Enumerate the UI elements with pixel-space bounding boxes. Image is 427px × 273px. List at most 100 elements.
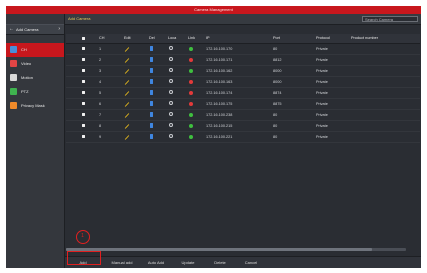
- sidebar-item-motion[interactable]: Motion: [6, 71, 64, 85]
- col-product: Product number: [351, 36, 379, 40]
- cell-port: 80: [273, 135, 278, 139]
- delete-icon[interactable]: [150, 90, 153, 95]
- cell-port: 8874: [273, 91, 282, 95]
- sidebar-header[interactable]: ← Add Camera ›: [6, 24, 64, 35]
- locate-icon[interactable]: [169, 134, 173, 138]
- table-row[interactable]: 7 172.16.100.238 80 Private: [66, 110, 420, 121]
- cell-protocol: Private: [316, 135, 328, 139]
- manual-add-button[interactable]: Manual add: [108, 259, 136, 267]
- edit-pencil-icon[interactable]: [124, 123, 130, 129]
- cell-ch: 5: [99, 91, 102, 95]
- link-status-icon: [189, 102, 193, 106]
- locate-icon[interactable]: [169, 123, 173, 127]
- link-status-icon: [189, 80, 193, 84]
- delete-button[interactable]: Delete: [210, 259, 230, 267]
- edit-pencil-icon[interactable]: [124, 46, 130, 52]
- table-header: CH Edit Del Loca Link IP Port Protocol P…: [66, 34, 420, 44]
- cell-ch: 1: [99, 47, 102, 51]
- link-status-icon: [189, 91, 193, 95]
- edit-pencil-icon[interactable]: [124, 79, 130, 85]
- delete-icon[interactable]: [150, 68, 153, 73]
- footer-toolbar: Add Manual add Auto Add Update Delete Cancel: [65, 256, 421, 268]
- col-loca: Loca: [168, 36, 177, 40]
- edit-pencil-icon[interactable]: [124, 68, 130, 74]
- cell-ip: 172.16.100.163: [206, 80, 233, 84]
- table-row[interactable]: 4 172.16.100.163 8000 Private: [66, 77, 420, 88]
- row-checkbox[interactable]: [82, 102, 85, 105]
- edit-pencil-icon[interactable]: [124, 112, 130, 118]
- scrollbar-thumb[interactable]: [66, 248, 372, 251]
- auto-add-button[interactable]: Auto Add: [143, 259, 169, 267]
- window-title: Camera Management: [6, 6, 421, 14]
- cell-protocol: Private: [316, 124, 328, 128]
- cell-ip: 172.16.100.238: [206, 113, 233, 117]
- cancel-button[interactable]: Cancel: [241, 259, 261, 267]
- update-button[interactable]: Update: [177, 259, 199, 267]
- delete-icon[interactable]: [150, 123, 153, 128]
- locate-icon[interactable]: [169, 79, 173, 83]
- link-status-icon: [189, 135, 193, 139]
- edit-pencil-icon[interactable]: [124, 101, 130, 107]
- delete-icon[interactable]: [150, 57, 153, 62]
- row-checkbox[interactable]: [82, 69, 85, 72]
- edit-pencil-icon[interactable]: [124, 90, 130, 96]
- select-all-checkbox[interactable]: [82, 37, 85, 40]
- delete-icon[interactable]: [150, 46, 153, 51]
- edit-pencil-icon[interactable]: [124, 134, 130, 140]
- delete-icon[interactable]: [150, 112, 153, 117]
- collapse-icon[interactable]: ›: [58, 25, 60, 34]
- table-row[interactable]: 5 172.16.100.174 8874 Private: [66, 88, 420, 99]
- cell-port: 8000: [273, 69, 282, 73]
- back-arrow-icon[interactable]: ←: [9, 25, 14, 34]
- step-marker: 1: [76, 230, 90, 244]
- col-link: Link: [188, 36, 195, 40]
- cell-ch: 6: [99, 102, 102, 106]
- table-row[interactable]: 9 172.16.100.221 80 Private: [66, 132, 420, 143]
- camera-icon: [10, 46, 17, 53]
- locate-icon[interactable]: [169, 57, 173, 61]
- horizontal-scrollbar[interactable]: [66, 248, 406, 251]
- sidebar-item-privacy-mask[interactable]: Privacy Mask: [6, 99, 64, 113]
- link-status-icon: [189, 58, 193, 62]
- table-row[interactable]: 1 172.16.100.170 80 Private: [66, 44, 420, 55]
- sidebar-item-video[interactable]: Video: [6, 57, 64, 71]
- table-row[interactable]: 3 172.16.100.162 8000 Private: [66, 66, 420, 77]
- sidebar-item-label: CH: [21, 47, 27, 52]
- row-checkbox[interactable]: [82, 113, 85, 116]
- cell-ip: 172.16.100.215: [206, 124, 233, 128]
- cell-protocol: Private: [316, 69, 328, 73]
- sidebar-item-ch[interactable]: CH: [6, 43, 64, 57]
- delete-icon[interactable]: [150, 79, 153, 84]
- cell-protocol: Private: [316, 80, 328, 84]
- locate-icon[interactable]: [169, 112, 173, 116]
- cell-ip: 172.16.100.170: [206, 47, 233, 51]
- delete-icon[interactable]: [150, 134, 153, 139]
- cell-ch: 2: [99, 58, 102, 62]
- row-checkbox[interactable]: [82, 135, 85, 138]
- cell-port: 80: [273, 113, 278, 117]
- row-checkbox[interactable]: [82, 124, 85, 127]
- row-checkbox[interactable]: [82, 47, 85, 50]
- table-row[interactable]: 6 172.16.100.175 8875 Private: [66, 99, 420, 110]
- locate-icon[interactable]: [169, 101, 173, 105]
- locate-icon[interactable]: [169, 68, 173, 72]
- locate-icon[interactable]: [169, 90, 173, 94]
- sidebar-item-ptz[interactable]: PTZ: [6, 85, 64, 99]
- search-input[interactable]: Search Camera: [362, 16, 418, 22]
- cell-ip: 172.16.100.162: [206, 69, 233, 73]
- cell-ch: 8: [99, 124, 102, 128]
- cell-port: 80: [273, 124, 278, 128]
- table-row[interactable]: 2 172.16.100.171 8812 Private: [66, 55, 420, 66]
- sidebar-item-label: PTZ: [21, 89, 29, 94]
- col-protocol: Protocol: [316, 36, 330, 40]
- row-checkbox[interactable]: [82, 80, 85, 83]
- video-icon: [10, 60, 17, 67]
- cell-ch: 4: [99, 80, 102, 84]
- locate-icon[interactable]: [169, 46, 173, 50]
- delete-icon[interactable]: [150, 101, 153, 106]
- table-row[interactable]: 8 172.16.100.215 80 Private: [66, 121, 420, 132]
- edit-pencil-icon[interactable]: [124, 57, 130, 63]
- row-checkbox[interactable]: [82, 58, 85, 61]
- cell-ch: 7: [99, 113, 102, 117]
- row-checkbox[interactable]: [82, 91, 85, 94]
